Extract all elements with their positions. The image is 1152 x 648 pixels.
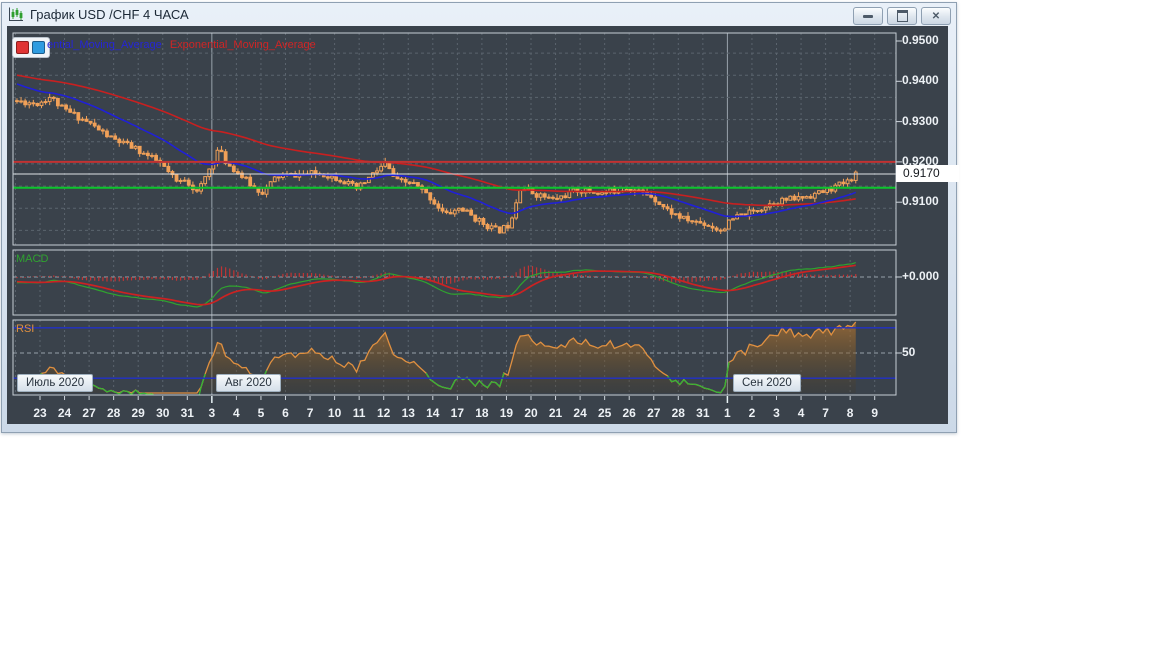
close-icon: ✕ xyxy=(931,10,941,22)
ema-fast-legend-label: ential_Moving_Average xyxy=(47,39,162,51)
month-badge-july: Июль 2020 xyxy=(17,374,94,392)
window-title: График USD /CHF 4 ЧАСА xyxy=(30,7,189,22)
candlestick-chart-icon xyxy=(9,7,23,21)
minimize-icon xyxy=(863,14,873,18)
month-badge-august: Авг 2020 xyxy=(216,374,281,392)
current-price-box: 0.9170 xyxy=(896,164,959,182)
price-chart-canvas[interactable] xyxy=(7,26,948,424)
rsi-axis-label: 50 xyxy=(902,345,916,359)
macd-panel-label: MACD xyxy=(16,253,49,265)
restore-button[interactable] xyxy=(887,7,917,25)
chart-window: График USD /CHF 4 ЧАСА ✕ ential_Moving_A… xyxy=(1,2,959,433)
sell-button[interactable] xyxy=(16,41,29,54)
chart-client-area[interactable]: ential_Moving_Average Exponential_Moving… xyxy=(7,26,959,424)
title-bar[interactable]: График USD /CHF 4 ЧАСА ✕ xyxy=(2,3,956,26)
buy-button[interactable] xyxy=(32,41,45,54)
restore-icon xyxy=(896,10,908,22)
window-controls: ✕ xyxy=(853,7,951,25)
close-button[interactable]: ✕ xyxy=(921,7,951,25)
indicator-legend: ential_Moving_Average Exponential_Moving… xyxy=(47,39,316,51)
minimize-button[interactable] xyxy=(853,7,883,25)
macd-axis-label: +0.000 xyxy=(902,269,940,283)
indicator-quick-buttons xyxy=(13,38,49,57)
ema-slow-legend-label: Exponential_Moving_Average xyxy=(169,39,316,51)
desktop: { "window": { "title": "График USD /CHF … xyxy=(0,0,1152,648)
rsi-panel-label: RSI xyxy=(16,323,35,335)
price-axis-label: 0.9400 xyxy=(902,73,939,88)
price-axis-label: 0.9100 xyxy=(902,194,939,209)
month-badge-september: Сен 2020 xyxy=(733,374,801,392)
price-axis-label: 0.9300 xyxy=(902,113,939,128)
price-axis-label: 0.9500 xyxy=(902,33,939,47)
time-axis-label: 9 xyxy=(871,406,879,420)
